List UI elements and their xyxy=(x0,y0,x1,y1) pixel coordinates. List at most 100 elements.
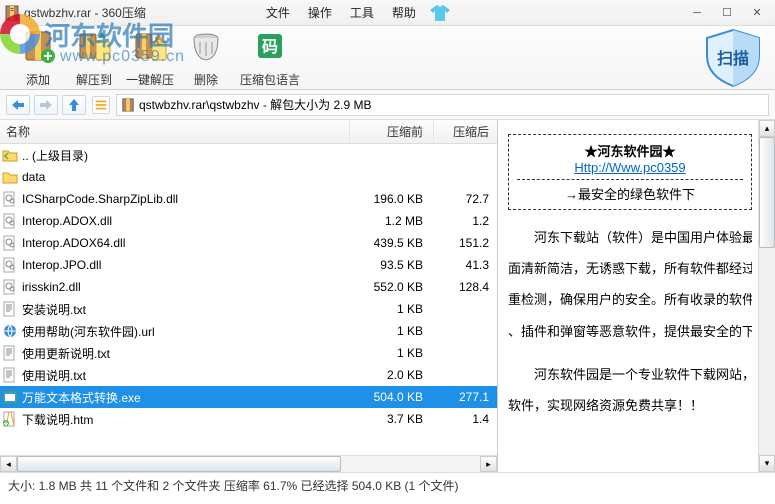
txt-icon xyxy=(2,367,18,383)
file-size-before: 504.0 KB xyxy=(349,390,433,404)
scroll-thumb[interactable] xyxy=(17,456,341,472)
info-body: 河东下载站（软件）是中国用户体验最好 面清新简洁，无诱惑下载，所有软件都经过多 … xyxy=(508,222,752,421)
file-size-after: 128.4 xyxy=(433,280,497,294)
add-button[interactable]: 添加 xyxy=(10,28,66,88)
htm-icon xyxy=(2,411,18,427)
folder-icon xyxy=(2,169,18,185)
horizontal-scrollbar[interactable]: ◂ ▸ xyxy=(0,455,497,472)
file-row[interactable]: Interop.JPO.dll93.5 KB41.3 xyxy=(0,254,497,276)
file-row[interactable]: data xyxy=(0,166,497,188)
file-row[interactable]: ICSharpCode.SharpZipLib.dll196.0 KB72.7 xyxy=(0,188,497,210)
dll-icon xyxy=(2,235,18,251)
window-controls: ─ ☐ ✕ xyxy=(683,4,771,22)
lang-button[interactable]: 码 压缩包语言 xyxy=(234,28,306,88)
file-name: 使用说明.txt xyxy=(22,367,349,384)
scroll-up-button[interactable]: ▴ xyxy=(759,120,775,137)
menu-tools[interactable]: 工具 xyxy=(350,4,374,21)
txt-icon xyxy=(2,301,18,317)
oneclick-extract-button[interactable]: 一键解压 xyxy=(122,28,178,88)
path-field[interactable]: qstwbzhv.rar\qstwbzhv - 解包大小为 2.9 MB xyxy=(116,94,769,116)
file-row[interactable]: Interop.ADOX64.dll439.5 KB151.2 xyxy=(0,232,497,254)
file-name: 使用更新说明.txt xyxy=(22,345,349,362)
file-size-before: 1 KB xyxy=(349,302,433,316)
info-link[interactable]: Http://Www.pc0359 xyxy=(574,160,685,175)
archive-path-icon xyxy=(121,98,135,112)
nav-controls xyxy=(6,95,86,115)
side-panel: ★河东软件园★ Http://Www.pc0359 →最安全的绿色软件下 河东下… xyxy=(498,120,775,472)
lang-icon: 码 xyxy=(252,28,288,64)
exe-icon xyxy=(2,389,18,405)
menu-operate[interactable]: 操作 xyxy=(308,4,332,21)
status-text: 大小: 1.8 MB 共 11 个文件和 2 个文件夹 压缩率 61.7% 已经… xyxy=(8,477,459,494)
menu-help[interactable]: 帮助 xyxy=(392,4,416,21)
minimize-button[interactable]: ─ xyxy=(683,4,711,22)
file-name: Interop.ADOX64.dll xyxy=(22,236,349,250)
file-size-before: 2.0 KB xyxy=(349,368,433,382)
maximize-button[interactable]: ☐ xyxy=(713,4,741,22)
vscroll-thumb[interactable] xyxy=(759,137,775,248)
up-button[interactable] xyxy=(62,95,86,115)
column-after[interactable]: 压缩后 xyxy=(433,120,497,143)
file-size-after: 1.4 xyxy=(433,412,497,426)
file-name: ICSharpCode.SharpZipLib.dll xyxy=(22,192,349,206)
add-icon xyxy=(20,28,56,64)
scroll-left-button[interactable]: ◂ xyxy=(0,456,17,472)
main-area: 名称 压缩前 压缩后 .. (上级目录) data ICSharpCode.Shar… xyxy=(0,120,775,472)
forward-button[interactable] xyxy=(34,95,58,115)
tshirt-icon[interactable] xyxy=(430,5,450,21)
file-name: 安装说明.txt xyxy=(22,301,349,318)
info-title: ★河东软件园★ xyxy=(517,141,743,160)
path-text: qstwbzhv.rar\qstwbzhv - 解包大小为 2.9 MB xyxy=(139,96,372,113)
svg-text:扫描: 扫描 xyxy=(717,49,749,68)
dll-icon xyxy=(2,257,18,273)
file-size-before: 552.0 KB xyxy=(349,280,433,294)
vertical-scrollbar[interactable]: ▴ ▾ xyxy=(758,120,775,472)
window-title: qstwbzhv.rar - 360压缩 xyxy=(24,4,146,21)
file-list[interactable]: .. (上级目录) data ICSharpCode.SharpZipLib.dll… xyxy=(0,144,497,455)
oneclick-extract-icon xyxy=(132,28,168,64)
column-before[interactable]: 压缩前 xyxy=(349,120,433,143)
scroll-track[interactable] xyxy=(17,456,480,472)
file-row[interactable]: irisskin2.dll552.0 KB128.4 xyxy=(0,276,497,298)
delete-button[interactable]: 删除 xyxy=(178,28,234,88)
scan-button[interactable]: 扫描 xyxy=(701,28,765,88)
info-tagline: →最安全的绿色软件下 xyxy=(517,179,743,203)
file-row[interactable]: Interop.ADOX.dll1.2 MB1.2 xyxy=(0,210,497,232)
folder-up-icon xyxy=(2,147,18,163)
file-size-before: 439.5 KB xyxy=(349,236,433,250)
file-size-after: 72.7 xyxy=(433,192,497,206)
file-name: 万能文本格式转换.exe xyxy=(22,389,349,406)
file-name: 使用帮助(河东软件园).url xyxy=(22,323,349,340)
vscroll-track[interactable] xyxy=(759,137,775,455)
extract-to-icon xyxy=(76,28,112,64)
titlebar: qstwbzhv.rar - 360压缩 文件 操作 工具 帮助 ─ ☐ ✕ xyxy=(0,0,775,26)
menu-file[interactable]: 文件 xyxy=(266,4,290,21)
file-name: 下载说明.htm xyxy=(22,411,349,428)
back-button[interactable] xyxy=(6,95,30,115)
file-row[interactable]: 下载说明.htm3.7 KB1.4 xyxy=(0,408,497,430)
statusbar: 大小: 1.8 MB 共 11 个文件和 2 个文件夹 压缩率 61.7% 已经… xyxy=(0,472,775,498)
file-size-before: 1.2 MB xyxy=(349,214,433,228)
file-row[interactable]: 万能文本格式转换.exe504.0 KB277.1 xyxy=(0,386,497,408)
txt-icon xyxy=(2,345,18,361)
file-row[interactable]: 使用帮助(河东软件园).url1 KB xyxy=(0,320,497,342)
extract-to-button[interactable]: 解压到 xyxy=(66,28,122,88)
file-row[interactable]: 使用更新说明.txt1 KB xyxy=(0,342,497,364)
info-box: ★河东软件园★ Http://Www.pc0359 →最安全的绿色软件下 xyxy=(508,134,752,210)
file-size-after: 151.2 xyxy=(433,236,497,250)
side-content: ★河东软件园★ Http://Www.pc0359 →最安全的绿色软件下 河东下… xyxy=(508,128,752,464)
file-row[interactable]: .. (上级目录) xyxy=(0,144,497,166)
delete-icon xyxy=(188,28,224,64)
file-row[interactable]: 安装说明.txt1 KB xyxy=(0,298,497,320)
column-name[interactable]: 名称 xyxy=(0,120,349,143)
view-list-button[interactable] xyxy=(92,96,110,114)
file-size-after: 1.2 xyxy=(433,214,497,228)
file-size-after: 277.1 xyxy=(433,390,497,404)
file-size-before: 196.0 KB xyxy=(349,192,433,206)
close-button[interactable]: ✕ xyxy=(743,4,771,22)
scroll-right-button[interactable]: ▸ xyxy=(480,456,497,472)
file-name: data xyxy=(22,170,349,184)
scroll-down-button[interactable]: ▾ xyxy=(759,455,775,472)
file-row[interactable]: 使用说明.txt2.0 KB xyxy=(0,364,497,386)
url-icon xyxy=(2,323,18,339)
